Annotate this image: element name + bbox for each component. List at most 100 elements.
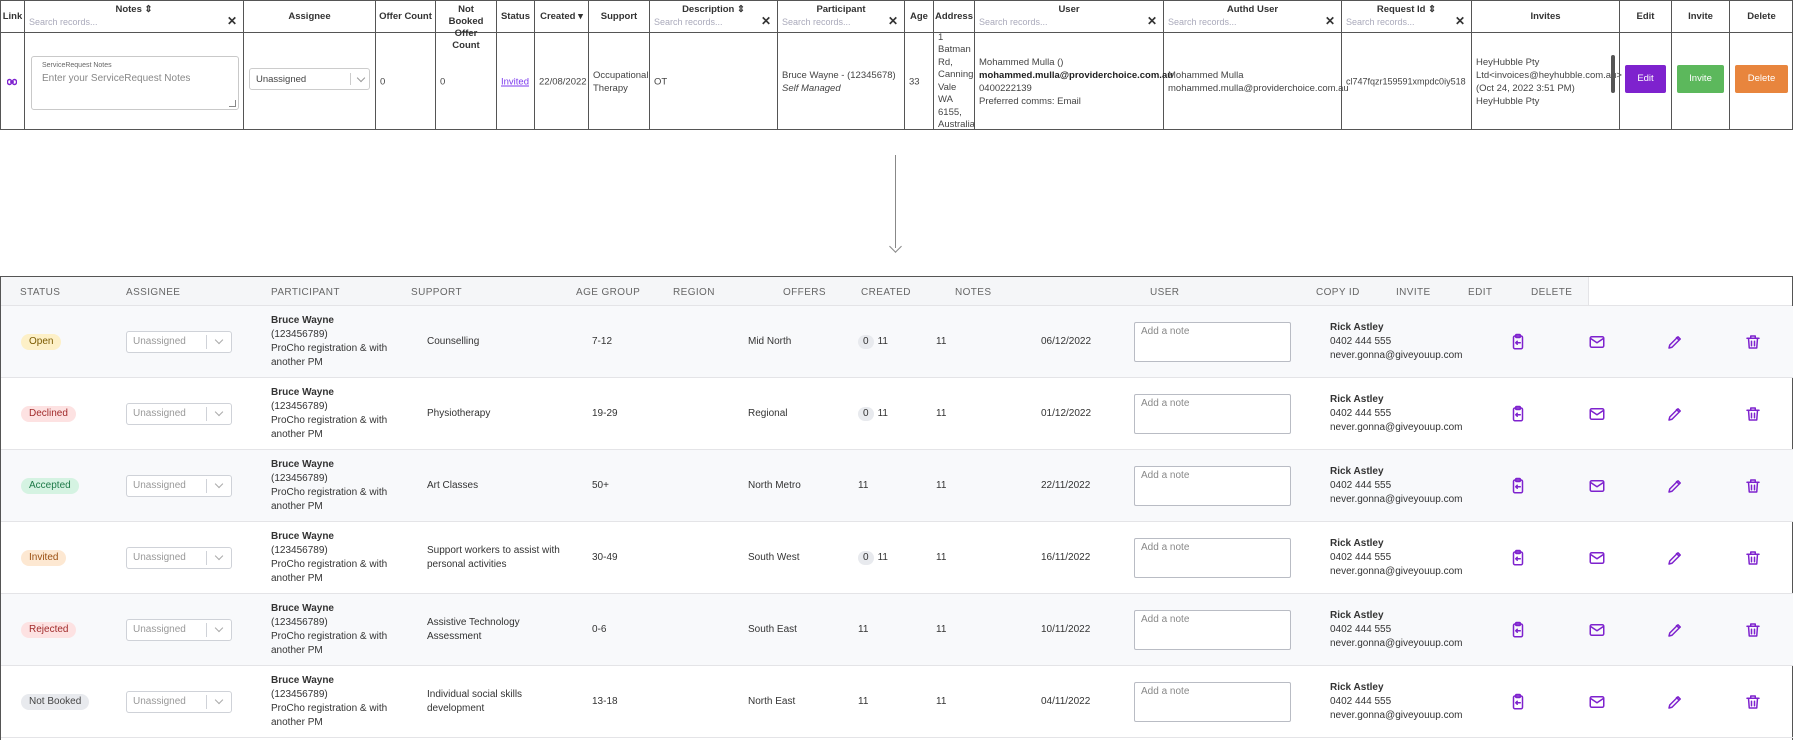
sort-desc-icon[interactable]: ▾: [578, 11, 583, 22]
clipboard-copy-icon[interactable]: [1509, 549, 1527, 567]
user-email: never.gonna@giveyouup.com: [1330, 637, 1463, 649]
new-service-request-table: STATUS ASSIGNEE PARTICIPANT SUPPORT AGE …: [0, 276, 1793, 740]
notes-search-input[interactable]: Search records...: [29, 17, 225, 27]
participant-desc: ProCho registration & with another PM: [271, 342, 388, 368]
assignee-select[interactable]: Unassigned: [126, 546, 232, 569]
status-link[interactable]: Invited: [501, 76, 529, 87]
header-notes[interactable]: Notes ⇕ Search records... ✕: [25, 1, 243, 33]
mail-icon[interactable]: [1588, 549, 1606, 567]
offers-cell: 11: [858, 623, 868, 637]
status-badge: Not Booked: [21, 693, 90, 710]
header-status[interactable]: STATUS: [20, 287, 60, 298]
trash-icon[interactable]: [1744, 477, 1762, 495]
user-search-input[interactable]: Search records...: [979, 17, 1145, 27]
user-name: Rick Astley: [1330, 321, 1384, 333]
header-offers[interactable]: OFFERS: [783, 287, 826, 298]
trash-icon[interactable]: [1744, 405, 1762, 423]
pencil-icon[interactable]: [1666, 549, 1684, 567]
note-placeholder: Add a note: [1141, 469, 1190, 481]
assignee-select[interactable]: Unassigned: [126, 330, 232, 353]
header-created[interactable]: Created ▾: [535, 1, 588, 33]
sort-icon[interactable]: ⇕: [1428, 4, 1436, 15]
clear-search-icon[interactable]: ✕: [1455, 14, 1465, 28]
delete-button[interactable]: Delete: [1735, 65, 1788, 93]
trash-icon[interactable]: [1744, 621, 1762, 639]
pencil-icon[interactable]: [1666, 405, 1684, 423]
clear-search-icon[interactable]: ✕: [1147, 14, 1157, 28]
assignee-select[interactable]: Unassigned: [126, 618, 232, 641]
clipboard-copy-icon[interactable]: [1509, 333, 1527, 351]
assignee-select[interactable]: Unassigned: [126, 474, 232, 497]
note-input[interactable]: Add a note: [1134, 681, 1291, 722]
clear-search-icon[interactable]: ✕: [1325, 14, 1335, 28]
header-authd-user: Authd User Search records... ✕: [1164, 1, 1341, 33]
mail-icon[interactable]: [1588, 405, 1606, 423]
invite-button[interactable]: Invite: [1677, 65, 1724, 93]
header-support[interactable]: SUPPORT: [411, 287, 462, 298]
header-user-label: User: [1058, 4, 1080, 15]
mail-icon[interactable]: [1588, 693, 1606, 711]
pencil-icon[interactable]: [1666, 621, 1684, 639]
header-copy-id[interactable]: COPY ID: [1316, 287, 1360, 298]
offers-zero-pill: 0: [858, 334, 874, 349]
header-participant[interactable]: PARTICIPANT: [271, 287, 340, 298]
mail-icon[interactable]: [1588, 477, 1606, 495]
authd-user-search-input[interactable]: Search records...: [1168, 17, 1323, 27]
mail-icon[interactable]: [1588, 621, 1606, 639]
header-user[interactable]: USER: [1150, 287, 1179, 298]
clipboard-copy-icon[interactable]: [1509, 405, 1527, 423]
assignee-select[interactable]: Unassigned: [249, 68, 370, 90]
note-input[interactable]: Add a note: [1134, 321, 1291, 362]
header-description[interactable]: Description ⇕ Search records... ✕: [650, 1, 777, 33]
trash-icon[interactable]: [1744, 549, 1762, 567]
clipboard-copy-icon[interactable]: [1509, 693, 1527, 711]
trash-icon[interactable]: [1744, 333, 1762, 351]
assignee-select[interactable]: Unassigned: [126, 402, 232, 425]
user-phone: 0402 444 555: [1330, 551, 1392, 563]
note-input[interactable]: Add a note: [1134, 465, 1291, 506]
header-request-id[interactable]: Request Id ⇕ Search records... ✕: [1342, 1, 1471, 33]
mail-icon[interactable]: [1588, 333, 1606, 351]
participant-cell: Bruce Wayne (123456789) ProCho registrat…: [271, 314, 391, 370]
pencil-icon[interactable]: [1666, 333, 1684, 351]
edit-button[interactable]: Edit: [1625, 65, 1666, 93]
clear-search-icon[interactable]: ✕: [888, 14, 898, 28]
note-input[interactable]: Add a note: [1134, 393, 1291, 434]
sort-icon[interactable]: ⇕: [145, 4, 153, 15]
header-edit[interactable]: EDIT: [1468, 287, 1492, 298]
age-group-value: 0-6: [592, 623, 607, 635]
notes-textarea[interactable]: ServiceRequest Notes Enter your ServiceR…: [31, 56, 239, 110]
header-delete[interactable]: DELETE: [1531, 287, 1572, 298]
invites-scrollbar[interactable]: [1611, 55, 1615, 93]
trash-icon[interactable]: [1744, 693, 1762, 711]
pencil-icon[interactable]: [1666, 477, 1684, 495]
clear-search-icon[interactable]: ✕: [761, 14, 771, 28]
assignee-value: Unassigned: [133, 695, 186, 707]
header-age-group[interactable]: AGE GROUP: [576, 287, 640, 298]
header-invite[interactable]: INVITE: [1396, 287, 1431, 298]
header-created[interactable]: CREATED: [861, 287, 911, 298]
description-search-input[interactable]: Search records...: [654, 17, 759, 27]
header-notes[interactable]: NOTES: [955, 287, 991, 298]
sort-icon[interactable]: ⇕: [737, 4, 745, 15]
note-placeholder: Add a note: [1141, 685, 1190, 697]
clipboard-copy-icon[interactable]: [1509, 477, 1527, 495]
participant-id: (123456789): [271, 688, 328, 700]
link-icon[interactable]: [7, 78, 17, 86]
user-phone: 0402 444 555: [1330, 479, 1392, 491]
user-cell: Rick Astley 0402 444 555 never.gonna@giv…: [1330, 321, 1462, 363]
age-group-value: 19-29: [592, 407, 618, 419]
header-request-id-label: Request Id: [1376, 4, 1426, 15]
clear-search-icon[interactable]: ✕: [227, 14, 237, 28]
header-region[interactable]: REGION: [673, 287, 715, 298]
request-id-search-input[interactable]: Search records...: [1346, 17, 1453, 27]
note-input[interactable]: Add a note: [1134, 537, 1291, 578]
assignee-select[interactable]: Unassigned: [126, 690, 232, 713]
note-input[interactable]: Add a note: [1134, 609, 1291, 650]
header-assignee[interactable]: ASSIGNEE: [126, 287, 180, 298]
col-authd-user: Authd User Search records... ✕ Mohammed …: [1164, 1, 1349, 130]
pencil-icon[interactable]: [1666, 693, 1684, 711]
resize-handle[interactable]: [229, 100, 236, 107]
participant-search-input[interactable]: Search records...: [782, 17, 886, 27]
clipboard-copy-icon[interactable]: [1509, 621, 1527, 639]
